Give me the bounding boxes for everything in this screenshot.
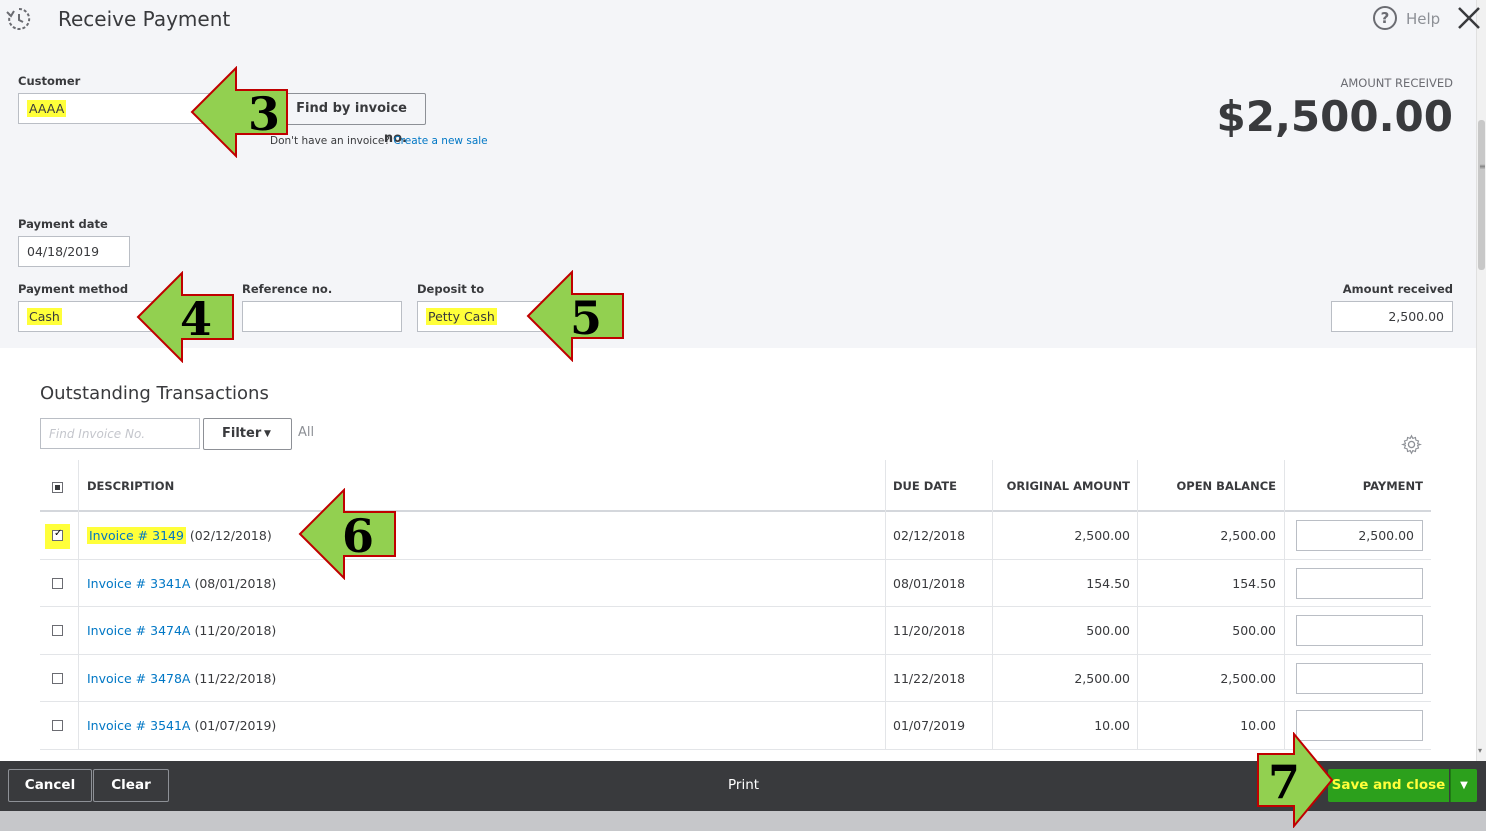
row-checkbox[interactable]: [52, 673, 63, 684]
row-original-amount: 154.50: [1086, 576, 1130, 591]
invoice-link[interactable]: Invoice # 3149: [87, 527, 186, 544]
close-icon[interactable]: [1455, 4, 1483, 32]
invoice-date: (01/07/2019): [194, 718, 277, 733]
row-original-amount: 2,500.00: [1074, 528, 1130, 543]
invoice-date: (08/01/2018): [194, 576, 277, 591]
payment-date-field[interactable]: 04/18/2019: [18, 236, 130, 267]
row-open-balance: 2,500.00: [1220, 671, 1276, 686]
callout-number: 5: [570, 291, 602, 345]
callout-arrow-4: 4: [136, 271, 234, 363]
callout-number: 3: [248, 87, 280, 141]
row-due-date: 08/01/2018: [893, 576, 966, 591]
save-and-close-button[interactable]: Save and close: [1328, 769, 1449, 802]
customer-value: AAAA: [27, 100, 67, 117]
row-payment-input[interactable]: [1296, 663, 1423, 694]
col-description[interactable]: DESCRIPTION: [87, 479, 174, 493]
row-open-balance: 2,500.00: [1220, 528, 1276, 543]
help-icon[interactable]: ?: [1373, 6, 1397, 30]
create-sale-link[interactable]: Create a new sale: [393, 135, 487, 147]
clear-button[interactable]: Clear: [93, 769, 169, 802]
row-checkbox[interactable]: [52, 720, 63, 731]
callout-arrow-6: 6: [298, 488, 396, 580]
no-invoice-text: Don't have an invoice? Create a new sale: [270, 135, 488, 147]
page-title: Receive Payment: [58, 7, 231, 31]
row-due-date: 11/20/2018: [893, 623, 966, 638]
deposit-to-value: Petty Cash: [426, 308, 497, 325]
amount-received-total: $2,500.00: [1216, 92, 1453, 141]
invoice-link[interactable]: Invoice # 3341A: [87, 576, 190, 591]
callout-number: 4: [180, 292, 212, 346]
row-original-amount: 10.00: [1094, 718, 1130, 733]
col-due-date[interactable]: DUE DATE: [893, 479, 957, 493]
row-description: Invoice # 3474A (11/20/2018): [87, 623, 276, 638]
row-payment-input[interactable]: [1296, 615, 1423, 646]
reference-label: Reference no.: [242, 282, 333, 296]
callout-arrow-5: 5: [526, 270, 624, 362]
row-checkbox[interactable]: [52, 625, 63, 636]
invoice-date: (11/20/2018): [194, 623, 277, 638]
table-row: Invoice # 3541A (01/07/2019) 01/07/2019 …: [40, 702, 1431, 750]
table-row: Invoice # 3149 (02/12/2018) 02/12/2018 2…: [40, 512, 1431, 560]
outstanding-title: Outstanding Transactions: [40, 383, 269, 404]
row-payment-input[interactable]: 2,500.00: [1296, 520, 1423, 551]
row-due-date: 01/07/2019: [893, 718, 966, 733]
row-description: Invoice # 3541A (01/07/2019): [87, 718, 276, 733]
deposit-to-label: Deposit to: [417, 282, 485, 296]
gear-icon[interactable]: [1401, 434, 1422, 455]
row-description: Invoice # 3341A (08/01/2018): [87, 576, 276, 591]
help-link[interactable]: Help: [1406, 10, 1440, 28]
row-payment-input[interactable]: [1296, 568, 1423, 599]
table-row: Invoice # 3478A (11/22/2018) 11/22/2018 …: [40, 655, 1431, 702]
payment-date-label: Payment date: [18, 217, 108, 231]
amount-received-field[interactable]: 2,500.00: [1331, 301, 1453, 332]
col-original-amount[interactable]: ORIGINAL AMOUNT: [995, 479, 1130, 493]
save-options-caret-icon[interactable]: ▼: [1450, 769, 1477, 802]
table-row: Invoice # 3474A (11/20/2018) 11/20/2018 …: [40, 607, 1431, 655]
callout-number: 6: [342, 509, 374, 563]
invoice-link[interactable]: Invoice # 3541A: [87, 718, 190, 733]
col-open-balance[interactable]: OPEN BALANCE: [1140, 479, 1276, 493]
filter-all-label: All: [298, 425, 315, 440]
row-checkbox[interactable]: [52, 528, 63, 541]
caret-down-icon: ▼: [264, 429, 271, 439]
invoice-date: (02/12/2018): [189, 528, 272, 543]
recent-transactions-icon[interactable]: [6, 6, 32, 32]
reference-field[interactable]: [242, 301, 402, 332]
find-invoice-input[interactable]: [40, 418, 200, 449]
row-original-amount: 2,500.00: [1074, 671, 1130, 686]
row-description: Invoice # 3478A (11/22/2018): [87, 671, 276, 686]
find-by-invoice-button[interactable]: Find by invoice no.: [270, 93, 426, 146]
row-due-date: 11/22/2018: [893, 671, 966, 686]
row-open-balance: 10.00: [1240, 718, 1276, 733]
invoice-link[interactable]: Invoice # 3474A: [87, 623, 190, 638]
filter-label: Filter: [222, 426, 262, 441]
row-checkbox[interactable]: [52, 578, 63, 589]
row-due-date: 02/12/2018: [893, 528, 966, 543]
amount-received-label: Amount received: [1342, 282, 1453, 296]
cancel-button[interactable]: Cancel: [8, 769, 92, 802]
scroll-thumb[interactable]: [1478, 120, 1485, 270]
col-payment[interactable]: PAYMENT: [1290, 479, 1423, 493]
customer-label: Customer: [18, 74, 81, 88]
payment-method-label: Payment method: [18, 282, 129, 296]
row-open-balance: 154.50: [1232, 576, 1276, 591]
vertical-scrollbar[interactable]: ≡ ▾: [1476, 0, 1486, 761]
row-open-balance: 500.00: [1232, 623, 1276, 638]
row-original-amount: 500.00: [1086, 623, 1130, 638]
invoice-date: (11/22/2018): [194, 671, 277, 686]
callout-number: 7: [1268, 755, 1300, 809]
scroll-down-icon[interactable]: ▾: [1478, 746, 1482, 755]
invoice-link[interactable]: Invoice # 3478A: [87, 671, 190, 686]
scroll-grip-icon: ≡: [1479, 162, 1486, 171]
callout-arrow-3: 3: [190, 66, 288, 158]
payment-method-value: Cash: [27, 308, 62, 325]
filter-button[interactable]: Filter ▼: [203, 418, 292, 450]
table-row: Invoice # 3341A (08/01/2018) 08/01/2018 …: [40, 560, 1431, 607]
table-header-row: DESCRIPTION DUE DATE ORIGINAL AMOUNT OPE…: [40, 460, 1431, 512]
callout-arrow-7: 7: [1257, 732, 1334, 828]
print-button[interactable]: Print: [728, 777, 759, 793]
amount-received-heading: AMOUNT RECEIVED: [1340, 76, 1453, 90]
row-description: Invoice # 3149 (02/12/2018): [87, 527, 272, 544]
select-all-checkbox[interactable]: [52, 482, 63, 493]
